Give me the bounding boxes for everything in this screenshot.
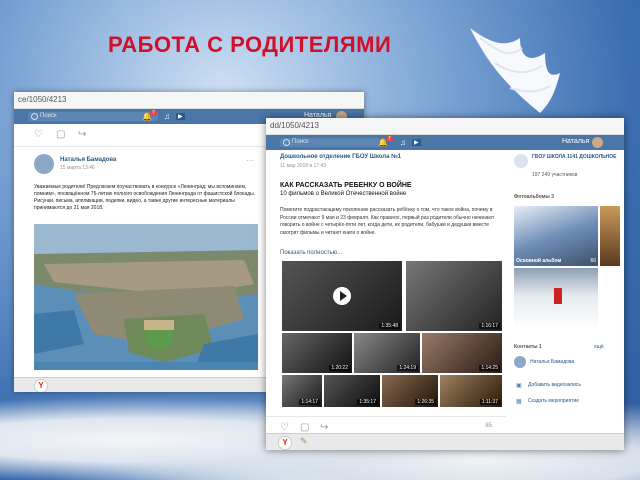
post-text: Уважаемые родители! Предлагаем поучаство… bbox=[34, 184, 256, 211]
video-duration: 1:16:17 bbox=[479, 323, 500, 329]
share-icon[interactable]: ↪ bbox=[78, 129, 86, 140]
search-placeholder: Поиск bbox=[40, 113, 57, 119]
city-aerial-photo[interactable] bbox=[34, 224, 258, 370]
search-input[interactable]: Поиск bbox=[28, 112, 158, 121]
video-thumbnail[interactable]: 1:20:22 bbox=[282, 333, 352, 373]
notification-badge: 7 bbox=[150, 110, 157, 116]
video-thumbnail[interactable]: 1:24:19 bbox=[354, 333, 420, 373]
post-date[interactable]: 11 мар 2018 в 17:43 bbox=[280, 163, 326, 169]
comment-icon[interactable]: ▢ bbox=[56, 129, 65, 140]
video-thumbnail[interactable]: 1:35:17 bbox=[324, 375, 380, 407]
music-icon[interactable]: ♫ bbox=[400, 138, 406, 147]
create-event-link[interactable]: Создать мероприятие bbox=[528, 398, 579, 404]
video-duration: 1:35:48 bbox=[379, 323, 400, 329]
video-thumbnail[interactable]: 1:14:25 bbox=[422, 333, 502, 373]
notification-badge: 7 bbox=[386, 136, 393, 142]
comment-icon[interactable]: ▢ bbox=[300, 422, 309, 433]
view-count: 85 bbox=[485, 423, 492, 429]
video-duration: 1:14:25 bbox=[479, 365, 500, 371]
browser-window-right: dd/1050/4213 Поиск 🔔 7 ♫ ▶ Наталья Дошко… bbox=[266, 118, 624, 450]
video-thumbnail[interactable]: 1:14:17 bbox=[282, 375, 322, 407]
angel-wing-icon bbox=[470, 28, 560, 113]
post-author[interactable]: Наталья Бамадова bbox=[60, 157, 116, 163]
contacts-all-link[interactable]: ещё bbox=[594, 344, 604, 350]
albums-title[interactable]: Фотоальбомы 3 bbox=[514, 194, 554, 200]
album-count: 66 bbox=[590, 258, 596, 264]
photo-album-thumb[interactable] bbox=[600, 206, 620, 266]
video-duration: 1:35:17 bbox=[357, 399, 378, 405]
calendar-icon: ▦ bbox=[516, 399, 522, 405]
music-icon[interactable]: ♫ bbox=[164, 112, 170, 121]
contact-avatar[interactable] bbox=[514, 356, 526, 368]
video-thumbnail[interactable]: 1:11:37 bbox=[440, 375, 502, 407]
video-duration: 1:26:35 bbox=[415, 399, 436, 405]
search-placeholder: Поиск bbox=[292, 139, 309, 145]
play-icon[interactable] bbox=[333, 287, 351, 305]
slide-title: РАБОТА С РОДИТЕЛЯМИ bbox=[108, 32, 392, 57]
post-group-name[interactable]: Дошкольное отделение ГБОУ Школа №1 bbox=[280, 154, 401, 160]
video-icon: ▣ bbox=[516, 383, 522, 389]
video-duration: 1:11:37 bbox=[479, 399, 500, 405]
more-icon[interactable]: ⋯ bbox=[246, 156, 254, 165]
show-more-link[interactable]: Показать полностью... bbox=[280, 250, 342, 256]
contact-name[interactable]: Наталья Бамадова bbox=[530, 359, 574, 365]
post-subhead: 10 фильмов о Великой Отечественной войне bbox=[280, 191, 407, 197]
like-icon[interactable]: ♡ bbox=[280, 422, 289, 433]
yandex-browser-icon[interactable]: Y bbox=[34, 379, 48, 392]
like-icon[interactable]: ♡ bbox=[34, 129, 43, 140]
album-title: Основной альбом bbox=[516, 258, 562, 264]
members-count: 197 249 участников bbox=[532, 172, 578, 178]
add-video-link[interactable]: Добавить видеозапись bbox=[528, 382, 581, 388]
play-icon[interactable]: ▶ bbox=[176, 113, 185, 120]
contacts-title[interactable]: Контакты 1 bbox=[514, 344, 542, 350]
share-icon[interactable]: ↪ bbox=[320, 422, 328, 433]
sidebar-group-name[interactable]: ГБОУ ШКОЛА 1141 ДОШКОЛЬНОЕ bbox=[532, 154, 618, 160]
album-title: Март 2018 Прогулки bbox=[516, 322, 566, 328]
photo-album-second[interactable]: Март 2018 Прогулки bbox=[514, 268, 598, 330]
user-avatar[interactable] bbox=[592, 137, 603, 148]
user-name[interactable]: Наталья bbox=[562, 138, 589, 145]
search-input[interactable]: Поиск bbox=[280, 138, 380, 147]
vk-header: Поиск 🔔 7 ♫ ▶ Наталья bbox=[266, 135, 624, 150]
post-headline: КАК РАССКАЗАТЬ РЕБЕНКУ О ВОЙНЕ bbox=[280, 182, 412, 189]
video-duration: 1:14:17 bbox=[299, 399, 320, 405]
address-bar[interactable]: ce/1050/4213 bbox=[14, 92, 364, 109]
paint-icon[interactable]: ✎ bbox=[300, 436, 308, 447]
video-duration: 1:24:19 bbox=[397, 365, 418, 371]
play-icon[interactable]: ▶ bbox=[412, 139, 421, 146]
group-avatar[interactable] bbox=[514, 154, 528, 168]
yandex-browser-icon[interactable]: Y bbox=[278, 436, 292, 450]
photo-album-main[interactable]: Основной альбом 66 bbox=[514, 206, 598, 266]
video-thumbnail[interactable]: 1:16:17 bbox=[406, 261, 502, 331]
search-icon bbox=[283, 139, 290, 146]
post-body: Помогите подрастающему поколению рассказ… bbox=[280, 207, 495, 236]
video-thumbnail[interactable]: 1:35:48 bbox=[282, 261, 402, 331]
author-avatar[interactable] bbox=[34, 154, 54, 174]
address-bar[interactable]: dd/1050/4213 bbox=[266, 118, 624, 135]
taskbar: Y ✎ bbox=[266, 433, 624, 450]
video-duration: 1:20:22 bbox=[329, 365, 350, 371]
post-date[interactable]: 15 марта 13:46 bbox=[60, 165, 95, 171]
search-icon bbox=[31, 113, 38, 120]
child-figure-icon bbox=[554, 288, 562, 304]
video-thumbnail[interactable]: 1:26:35 bbox=[382, 375, 438, 407]
